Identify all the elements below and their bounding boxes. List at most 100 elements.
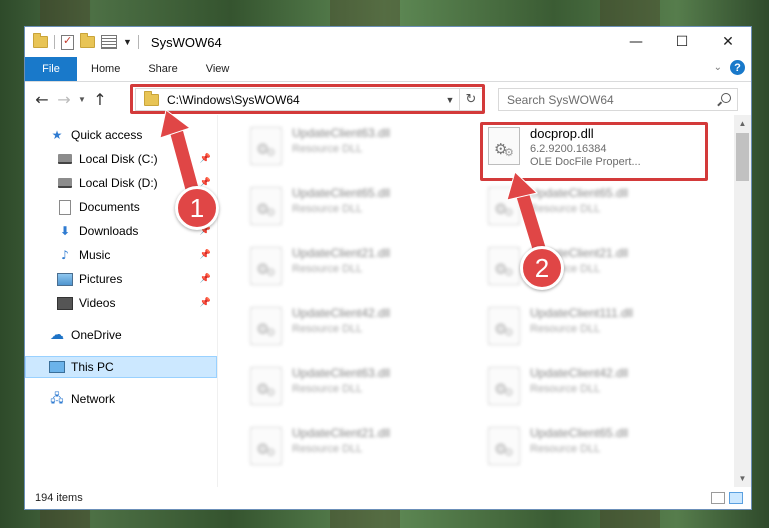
file-tile[interactable]: ⚙ ⚙ UpdateClient63.dll Resource DLL — [240, 123, 460, 173]
dll-file-icon: ⚙ ⚙ — [250, 307, 282, 345]
expand-ribbon-chevron-down-icon[interactable]: ⌄ — [714, 62, 722, 73]
file-name: UpdateClient42.dll — [292, 306, 391, 320]
disk-icon — [57, 152, 73, 166]
search-placeholder: Search SysWOW64 — [507, 92, 614, 107]
file-name: UpdateClient65.dll — [530, 186, 629, 200]
up-arrow-icon[interactable]: ↑ — [89, 90, 111, 109]
file-name: UpdateClient21.dll — [292, 426, 391, 440]
sidebar-item-label: Local Disk (D:) — [79, 176, 158, 190]
pin-icon[interactable]: 📌 — [200, 298, 211, 308]
sidebar-item-onedrive[interactable]: ☁ OneDrive — [25, 324, 217, 346]
file-name: UpdateClient42.dll — [530, 366, 629, 380]
dll-file-icon: ⚙ ⚙ — [488, 187, 520, 225]
document-icon — [57, 199, 73, 215]
dll-file-icon: ⚙ ⚙ — [488, 427, 520, 465]
file-type: Resource DLL — [530, 443, 601, 455]
file-type: Resource DLL — [530, 383, 601, 395]
step-1-badge: 1 — [175, 186, 219, 230]
pin-icon[interactable]: 📌 — [200, 250, 211, 260]
back-arrow-icon[interactable]: ← — [31, 90, 53, 109]
file-tile[interactable]: ⚙ ⚙ UpdateClient42.dll Resource DLL — [478, 363, 698, 413]
search-input[interactable]: Search SysWOW64 — [498, 88, 738, 111]
file-name: UpdateClient65.dll — [530, 426, 629, 440]
tab-file[interactable]: File — [25, 57, 77, 81]
customize-toolbar-chevron-down-icon[interactable]: ▼ — [123, 37, 132, 47]
forward-arrow-icon[interactable]: → — [53, 90, 75, 109]
sidebar-item-this-pc[interactable]: This PC — [25, 356, 217, 378]
dll-file-icon: ⚙ ⚙ — [488, 307, 520, 345]
window-controls: — ☐ ✕ — [613, 27, 751, 57]
file-tile[interactable]: ⚙ ⚙ UpdateClient42.dll Resource DLL — [240, 303, 460, 353]
sidebar-item-label: Documents — [79, 200, 140, 214]
computer-icon — [49, 360, 65, 374]
search-icon[interactable] — [721, 93, 731, 103]
divider — [54, 35, 55, 49]
sidebar-item-videos[interactable]: Videos 📌 — [25, 292, 217, 314]
recent-locations-chevron-down-icon[interactable]: ▼ — [75, 95, 89, 104]
scroll-down-arrow-icon[interactable]: ▼ — [734, 470, 751, 487]
file-highlight-box — [480, 122, 708, 181]
file-tile[interactable]: ⚙ ⚙ UpdateClient63.dll Resource DLL — [240, 363, 460, 413]
help-icon[interactable]: ? — [730, 60, 745, 75]
tiles-view-icon[interactable] — [729, 492, 743, 504]
sidebar-item-quick-access[interactable]: ★ Quick access — [25, 124, 217, 146]
pictures-icon — [57, 272, 73, 286]
file-type: Resource DLL — [530, 203, 601, 215]
view-list-icon[interactable] — [101, 35, 117, 49]
dll-file-icon: ⚙ ⚙ — [250, 367, 282, 405]
file-tile[interactable]: ⚙ ⚙ UpdateClient65.dll Resource DLL — [240, 183, 460, 233]
maximize-button[interactable]: ☐ — [659, 27, 705, 57]
sidebar-item-label: Local Disk (C:) — [79, 152, 158, 166]
main-area: ★ Quick access Local Disk (C:) 📌 Local D… — [25, 115, 751, 487]
file-tile[interactable]: ⚙ ⚙ UpdateClient21.dll Resource DLL — [240, 243, 460, 293]
step-2-badge: 2 — [520, 246, 564, 290]
dll-file-icon: ⚙ ⚙ — [250, 187, 282, 225]
tab-share[interactable]: Share — [134, 57, 191, 81]
file-name: UpdateClient65.dll — [292, 186, 391, 200]
file-explorer-window: ▼ SysWOW64 — ☐ ✕ File Home Share View ⌄ … — [24, 26, 752, 510]
file-tile[interactable]: ⚙ ⚙ UpdateClient111.dll Resource DLL — [478, 303, 698, 353]
pin-icon[interactable]: 📌 — [200, 274, 211, 284]
new-folder-icon[interactable] — [80, 33, 95, 48]
navigation-pane: ★ Quick access Local Disk (C:) 📌 Local D… — [25, 115, 218, 487]
title-bar: ▼ SysWOW64 — ☐ ✕ — [25, 27, 751, 57]
sidebar-item-label: OneDrive — [71, 328, 122, 342]
disk-icon — [57, 176, 73, 190]
scroll-up-arrow-icon[interactable]: ▲ — [734, 115, 751, 132]
sidebar-item-music[interactable]: ♪ Music 📌 — [25, 244, 217, 266]
network-icon: 🖧 — [50, 390, 64, 405]
file-tile[interactable]: ⚙ ⚙ UpdateClient21.dll Resource DLL — [478, 243, 698, 293]
sidebar-item-network[interactable]: 🖧 Network — [25, 388, 217, 410]
properties-icon[interactable] — [61, 34, 74, 50]
sidebar-item-label: Videos — [79, 296, 116, 310]
scrollbar-thumb[interactable] — [736, 133, 749, 181]
music-icon: ♪ — [61, 248, 69, 262]
vertical-scrollbar[interactable]: ▲ ▼ — [734, 115, 751, 487]
file-tile[interactable]: ⚙ ⚙ UpdateClient65.dll Resource DLL — [478, 183, 698, 233]
details-view-icon[interactable] — [711, 492, 725, 504]
status-bar: 194 items — [25, 487, 751, 509]
view-toggle — [711, 492, 743, 504]
file-tile[interactable]: ⚙ ⚙ UpdateClient21.dll Resource DLL — [240, 423, 460, 473]
navigation-bar: ← → ▼ ↑ C:\Windows\SysWOW64 ▼ ↻ Search S… — [25, 82, 751, 116]
sidebar-item-local-disk-c[interactable]: Local Disk (C:) 📌 — [25, 148, 217, 170]
file-type: Resource DLL — [292, 143, 363, 155]
file-tile[interactable]: ⚙ ⚙ UpdateClient65.dll Resource DLL — [478, 423, 698, 473]
quick-access-toolbar: ▼ — [33, 33, 139, 50]
video-icon — [57, 296, 73, 310]
sidebar-item-pictures[interactable]: Pictures 📌 — [25, 268, 217, 290]
tab-home[interactable]: Home — [77, 57, 134, 81]
download-icon: ⬇ — [59, 224, 71, 238]
file-type: Resource DLL — [530, 323, 601, 335]
close-button[interactable]: ✕ — [705, 27, 751, 57]
pin-icon[interactable]: 📌 — [200, 154, 211, 164]
cloud-icon: ☁ — [50, 327, 64, 343]
file-name: UpdateClient63.dll — [292, 366, 391, 380]
file-type: Resource DLL — [292, 383, 363, 395]
sidebar-item-label: Quick access — [71, 128, 143, 142]
address-bar-highlight — [130, 84, 485, 114]
file-type: Resource DLL — [292, 263, 363, 275]
file-type: Resource DLL — [292, 443, 363, 455]
tab-view[interactable]: View — [192, 57, 244, 81]
minimize-button[interactable]: — — [613, 27, 659, 57]
